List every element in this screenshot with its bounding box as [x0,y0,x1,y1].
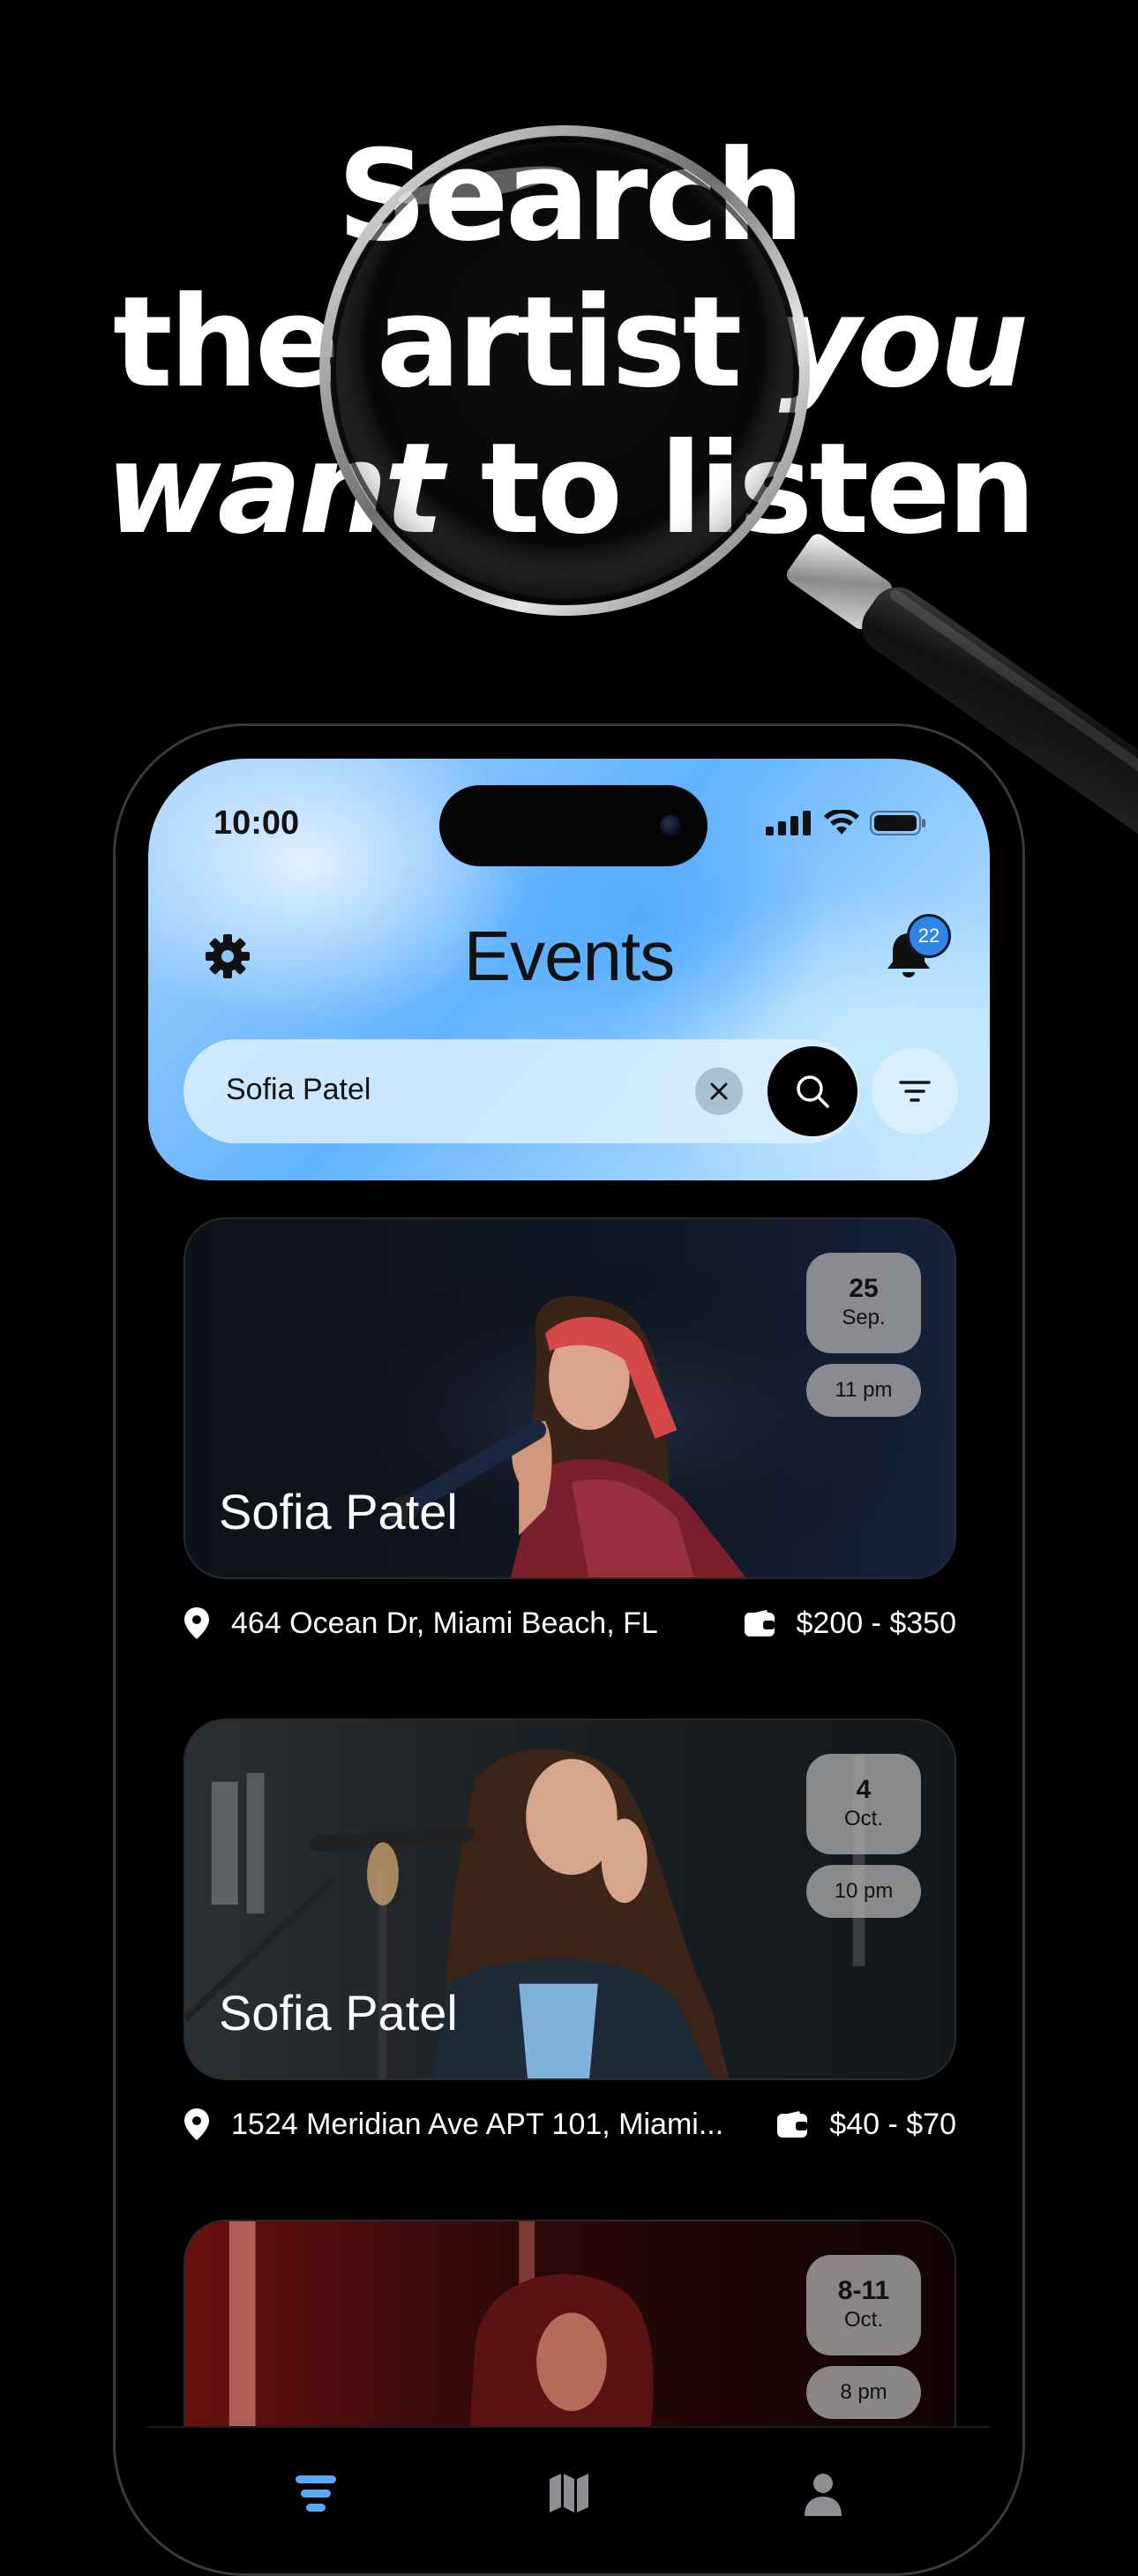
search-button[interactable] [767,1046,857,1136]
event-artist-name: Sofia Patel [219,1985,458,2041]
search-icon [797,1075,829,1108]
wifi-icon [824,810,859,835]
tab-map[interactable] [534,2472,604,2525]
event-meta: 464 Ocean Dr, Miami Beach, FL $200 - $35… [183,1579,956,1667]
search-value: Sofia Patel [226,1073,371,1106]
time-badge: 8 pm [806,2366,921,2419]
location-pin-icon [184,2108,209,2140]
date-badge: 25 Sep. [806,1253,921,1353]
battery-icon [870,811,925,835]
wallet-icon [777,2111,808,2138]
status-time: 10:00 [213,805,300,842]
date-month: Oct. [843,2308,883,2332]
tab-bar [148,2426,990,2558]
date-badge: 8-11 Oct. [806,2255,921,2355]
date-day: 4 [856,1775,872,1804]
map-icon [550,2474,588,2512]
notification-badge: 22 [907,914,951,958]
date-day: 8-11 [837,2276,890,2305]
close-icon [710,1082,728,1100]
hero-line-2-emphasis: you [778,270,1029,416]
search-input[interactable]: Sofia Patel [183,1039,859,1143]
wallet-icon [744,1610,775,1636]
date-month: Sep. [842,1306,886,1329]
hero-headline: Search the artist you want to listen [0,124,1138,563]
event-location: 1524 Meridian Ave APT 101, Miami... [183,2108,723,2142]
cellular-signal-icon [766,811,811,835]
clear-search-button[interactable] [695,1067,743,1115]
event-card[interactable]: Sofia Patel 25 Sep. 11 pm [183,1217,956,1579]
event-price: $200 - $350 [744,1606,957,1641]
page-title: Events [463,917,676,995]
location-pin-icon [184,1607,209,1639]
filter-icon [899,1081,931,1102]
profile-icon [805,2474,842,2516]
event-artist-name: Sofia Patel [219,1484,458,1539]
hero-line-3: want to listen [0,416,1138,563]
event-meta: 1524 Meridian Ave APT 101, Miami... $40 … [183,2080,956,2168]
phone-frame: 10:00 Events 22 Sofia Patel Sofia Patel … [113,723,1025,2576]
event-location: 464 Ocean Dr, Miami Beach, FL [183,1606,658,1641]
hero-line-1: Search [337,124,805,269]
event-card[interactable]: Sofia Patel 4 Oct. 10 pm [183,1719,956,2080]
event-address: 464 Ocean Dr, Miami Beach, FL [231,1606,658,1640]
time-badge: 11 pm [806,1364,921,1417]
event-price-range: $40 - $70 [829,2107,956,2141]
status-icons [766,810,926,836]
date-badge: 4 Oct. [806,1754,921,1854]
event-item[interactable]: Sofia Patel 25 Sep. 11 pm 464 Ocean Dr, … [183,1217,956,1667]
header-card: 10:00 Events 22 Sofia Patel [148,759,990,1180]
tab-profile[interactable] [788,2472,858,2525]
time-badge: 10 pm [806,1865,921,1918]
event-item[interactable]: Sofia Patel 4 Oct. 10 pm 1524 Meridian A… [183,1719,956,2168]
filter-button[interactable] [872,1048,958,1134]
event-price-range: $200 - $350 [796,1606,957,1640]
date-day: 25 [849,1274,879,1303]
tab-events[interactable] [281,2472,351,2525]
camera-icon [660,815,681,836]
phone-screen: 10:00 Events 22 Sofia Patel Sofia Patel … [148,759,990,2558]
hero-line-3-text: to listen [440,416,1037,562]
dynamic-island [439,785,708,866]
hero-line-2: the artist you [0,270,1138,416]
events-list-icon [296,2475,336,2512]
event-address: 1524 Meridian Ave APT 101, Miami... [231,2107,724,2141]
hero-line-2-text: the artist [112,270,779,416]
hero-line-3-emphasis: want [105,416,444,562]
event-price: $40 - $70 [776,2108,956,2142]
date-month: Oct. [843,1807,883,1831]
